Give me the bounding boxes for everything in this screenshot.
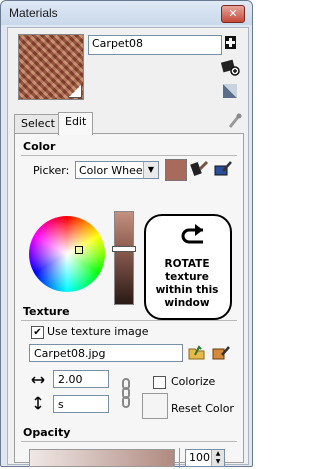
use-texture-checkbox[interactable]: ✔ (31, 326, 44, 339)
edit-texture-icon (212, 346, 230, 360)
default-material-icon (223, 84, 237, 98)
spin-up-icon[interactable]: ▲ (211, 450, 224, 458)
materials-client-area: Carpet08 Select Edit Color Picker: Color… (7, 27, 249, 468)
picker-label: Picker: (33, 164, 70, 177)
color-divider (21, 155, 237, 156)
chevron-down-icon: ▼ (143, 162, 158, 178)
use-texture-label: Use texture image (47, 325, 149, 338)
texture-section-label: Texture (23, 305, 70, 318)
texture-filename-input[interactable]: Carpet08.jpg (29, 344, 183, 362)
spin-down-icon[interactable]: ▼ (211, 458, 224, 466)
tab-edit[interactable]: Edit (58, 112, 94, 135)
reset-color-swatch[interactable] (142, 393, 168, 419)
rotate-line-4: window (164, 297, 210, 309)
picker-select[interactable]: Color Wheel ▼ (75, 161, 159, 179)
opacity-spinbox[interactable]: 100 ▲ ▼ (185, 449, 225, 467)
paint-match-button[interactable] (189, 159, 209, 179)
texture-width-input[interactable]: 2.00 (53, 370, 109, 388)
screen-match-button[interactable] (213, 159, 233, 179)
material-name-input[interactable]: Carpet08 (88, 35, 222, 55)
rotate-line-2: texture (165, 271, 209, 283)
colorize-label: Colorize (171, 375, 216, 388)
picker-select-value: Color Wheel (79, 164, 146, 177)
rotate-line-3: within this (155, 284, 219, 296)
sample-paint-button[interactable] (220, 58, 240, 76)
open-texture-button[interactable] (187, 343, 207, 363)
screen-color-match-icon (214, 161, 232, 176)
chain-link-bottom-icon (122, 396, 130, 408)
reset-color-label[interactable]: Reset Color (171, 402, 234, 415)
brightness-slider-thumb[interactable] (112, 246, 136, 252)
sample-paint-icon (220, 59, 240, 76)
aspect-lock-button[interactable] (120, 378, 132, 408)
eyedropper-button[interactable] (227, 112, 243, 130)
edit-texture-button[interactable] (211, 343, 231, 363)
eyedropper-icon (228, 113, 242, 128)
rotate-line-1: ROTATE (164, 258, 210, 270)
rotate-annotation-text: ROTATE texture within this window (146, 258, 228, 310)
colorize-checkbox[interactable] (153, 376, 166, 389)
texture-height-input[interactable]: s (53, 395, 109, 413)
tab-select[interactable]: Select (14, 114, 62, 135)
color-wheel[interactable] (29, 216, 105, 292)
create-material-icon (225, 36, 236, 49)
color-section-label: Color (23, 140, 56, 153)
resize-corner-icon (69, 85, 82, 98)
edit-panel: Color Picker: Color Wheel ▼ ROTATE textu… (14, 133, 244, 468)
height-arrows-icon (32, 396, 44, 410)
rotate-arrow-icon (181, 224, 203, 244)
opacity-slider[interactable] (29, 449, 175, 467)
paint-match-icon (190, 160, 209, 177)
width-arrows-icon (31, 374, 45, 386)
close-button[interactable]: ✕ (221, 5, 245, 23)
tab-strip: Select Edit (14, 112, 244, 135)
default-material-button[interactable] (221, 82, 239, 100)
brightness-slider[interactable] (114, 211, 134, 305)
open-folder-icon (188, 345, 205, 360)
opacity-section-label: Opacity (23, 426, 71, 439)
title-bar[interactable]: Materials ✕ (1, 1, 252, 25)
opacity-value: 100 (189, 451, 210, 464)
opacity-divider (21, 441, 237, 442)
color-wheel-marker[interactable] (75, 246, 83, 254)
create-material-button[interactable] (222, 34, 240, 52)
window-title: Materials (9, 6, 58, 20)
opacity-separator (179, 448, 180, 468)
current-color-swatch[interactable] (165, 159, 187, 181)
materials-window: Materials ✕ Carpet08 Select Edit Color P… (0, 0, 253, 468)
material-preview-swatch[interactable] (18, 34, 84, 100)
texture-divider (21, 320, 237, 321)
